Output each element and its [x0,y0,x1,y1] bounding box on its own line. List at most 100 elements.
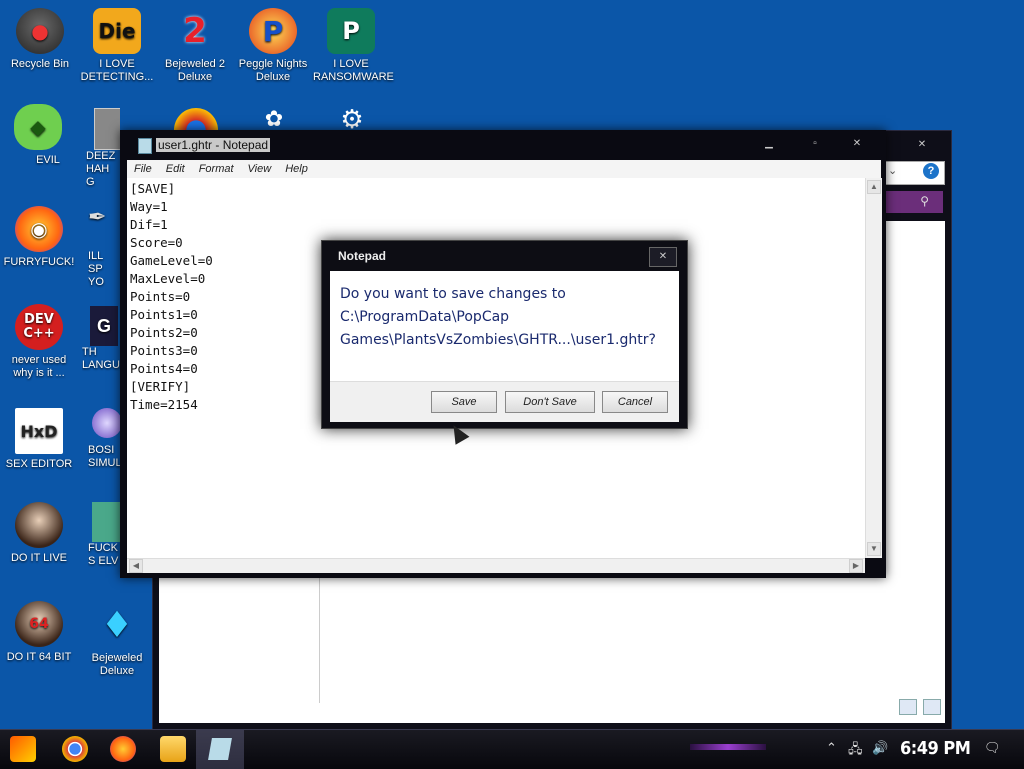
portrait-64-icon: 64 [15,601,63,647]
details-view-icon[interactable] [899,699,917,715]
scroll-left-arrow-icon[interactable]: ◀ [129,559,143,573]
scroll-right-arrow-icon[interactable]: ▶ [849,559,863,573]
dialog-message-line: Games\PlantsVsZombies\GHTR...\user1.ghtr… [340,332,656,348]
menu-edit[interactable]: Edit [159,160,192,175]
menu-format[interactable]: Format [192,160,241,175]
menu-file[interactable]: File [127,160,159,175]
start-button[interactable] [10,736,36,762]
desktop-icon-recycle-bin[interactable]: ● Recycle Bin [2,8,78,71]
desktop-icon-bejeweled[interactable]: ♦ Bejeweled Deluxe [79,602,155,678]
desktop-icon-detecting[interactable]: Die I LOVE DETECTING... [79,8,155,84]
search-icon[interactable]: ⚲ [920,194,929,208]
desktop-icon-label: TH LANGUA [82,346,120,371]
explorer-close-button[interactable]: ✕ [909,137,935,153]
portrait-icon [15,502,63,548]
desktop-icon-label: Bejeweled Deluxe [91,652,143,677]
dialog-button-bar: Save Don't Save Cancel [330,381,679,422]
notepad-menu-bar: File Edit Format View Help [127,160,881,178]
diamond-icon: ♦ [100,604,134,646]
devcpp-icon: DEV C++ [15,304,63,350]
desktop-icon-furryfuck[interactable]: ◉ FURRYFUCK! [1,206,77,269]
desktop-icon-elv[interactable]: FUCK S ELV [88,502,120,568]
dont-save-button[interactable]: Don't Save [505,391,595,413]
desktop-icon-label: DO IT LIVE [10,552,68,564]
dialog-message-line: C:\ProgramData\PopCap [340,309,510,325]
firefox-icon[interactable] [110,736,136,762]
notifications-icon[interactable]: 🗨 [984,740,1001,756]
hxd-icon: HxD [15,408,63,454]
desktop-icon-label: Recycle Bin [10,58,70,70]
g-icon: G [90,306,118,346]
game-icon [92,502,120,542]
file-explorer-icon[interactable] [160,736,186,762]
desktop-icon-sex-editor[interactable]: HxD SEX EDITOR [1,408,77,471]
notepad-icon [138,138,152,154]
notepad-title-bar[interactable]: user1.ghtr - Notepad ▁ ▫ ✕ [120,130,886,160]
tool-icon: ✒ [88,210,107,229]
volume-icon[interactable]: 🔊 [872,740,888,756]
ball-icon [92,408,120,438]
desktop-icon-label: FURRYFUCK! [3,256,75,268]
large-icons-view-icon[interactable] [923,699,941,715]
horizontal-scrollbar[interactable]: ◀ ▶ [127,558,865,573]
clock[interactable]: 6:49 PM [900,738,971,759]
desktop-icon-label: DEEZ HAH G [86,150,116,188]
recycle-bin-icon: ● [16,8,64,54]
notepad-title: user1.ghtr - Notepad [156,138,271,152]
network-icon[interactable]: 🖧 [848,740,863,762]
gear-icon: ⚙ [340,104,364,134]
bejeweled2-icon: 2 [183,10,207,51]
help-icon[interactable]: ? [923,163,939,179]
scroll-up-arrow-icon[interactable]: ▲ [867,180,881,194]
desktop-icon-label: SEX EDITOR [5,458,73,470]
close-button[interactable]: ✕ [844,136,870,152]
peggle-icon: P [249,8,297,54]
dialog-message-line: Do you want to save changes to [340,286,566,302]
desktop-icon-label: EVIL [36,154,60,166]
cancel-button[interactable]: Cancel [602,391,668,413]
desktop-icon-label: Bejeweled 2 Deluxe [165,58,225,83]
desktop-icon-label: FUCK S ELV [88,542,119,567]
publisher-icon: P [327,8,375,54]
desktop-icon-do-it-live[interactable]: DO IT LIVE [1,502,77,565]
maximize-button[interactable]: ▫ [802,136,828,152]
save-changes-dialog[interactable]: Notepad ✕ Do you want to save changes to… [321,240,688,429]
desktop-icon-label: never used why is it ... [11,354,67,379]
firefox-icon: ◉ [15,206,63,252]
desktop-icon-ill-sp[interactable]: ✒ ILL SP YO [88,210,120,289]
desktop-icon-deez[interactable]: DEEZ HAH G [86,108,120,189]
menu-view[interactable]: View [241,160,279,175]
desktop-icon-ransomware[interactable]: P I LOVE RANSOMWARE [313,8,394,84]
desktop-icon-bejeweled2[interactable]: 2 Bejeweled 2 Deluxe [157,8,233,84]
desktop-icon-label: ILL SP YO [88,250,104,288]
minimize-button[interactable]: ▁ [756,136,782,152]
desktop-icon-language[interactable]: G TH LANGUA [82,306,120,372]
notepad-icon [208,738,232,760]
save-button[interactable]: Save [431,391,497,413]
menu-help[interactable]: Help [278,160,315,175]
taskbar: ⌃ 🖧 🔊 6:49 PM 🗨 [0,729,1024,769]
files-icon [94,108,120,150]
desktop-icon-label: BOSI SIMUL [88,444,120,469]
scroll-down-arrow-icon[interactable]: ▼ [867,542,881,556]
flower-icon: ✿ [264,106,284,131]
peridot-icon: ◆ [14,104,62,150]
dialog-close-button[interactable]: ✕ [649,247,677,267]
explorer-search-box[interactable]: ⚲ [881,191,943,213]
desktop-icon-peggle[interactable]: P Peggle Nights Deluxe [235,8,311,84]
show-hidden-icons[interactable]: ⌃ [826,740,837,756]
die-icon: Die [93,8,141,54]
desktop-icon-do-it-64[interactable]: 64 DO IT 64 BIT [1,601,77,664]
desktop-icon-evil[interactable]: ◆ EVIL [0,104,76,167]
notepad-taskbar-button[interactable] [196,730,244,769]
desktop-icon-devcpp[interactable]: DEV C++ never used why is it ... [1,304,77,380]
desktop-icon-label: I LOVE RANSOMWARE [313,58,394,83]
desktop-icon-bosi[interactable]: BOSI SIMUL [88,404,120,470]
taskbar-decoration [690,744,766,750]
chrome-like-icon [174,108,218,130]
chevron-down-icon[interactable]: ⌄ [888,164,897,177]
desktop-icon-label: I LOVE DETECTING... [80,58,154,83]
dialog-title: Notepad [338,249,386,263]
chrome-icon[interactable] [62,736,88,762]
vertical-scrollbar[interactable]: ▲ ▼ [865,178,882,558]
